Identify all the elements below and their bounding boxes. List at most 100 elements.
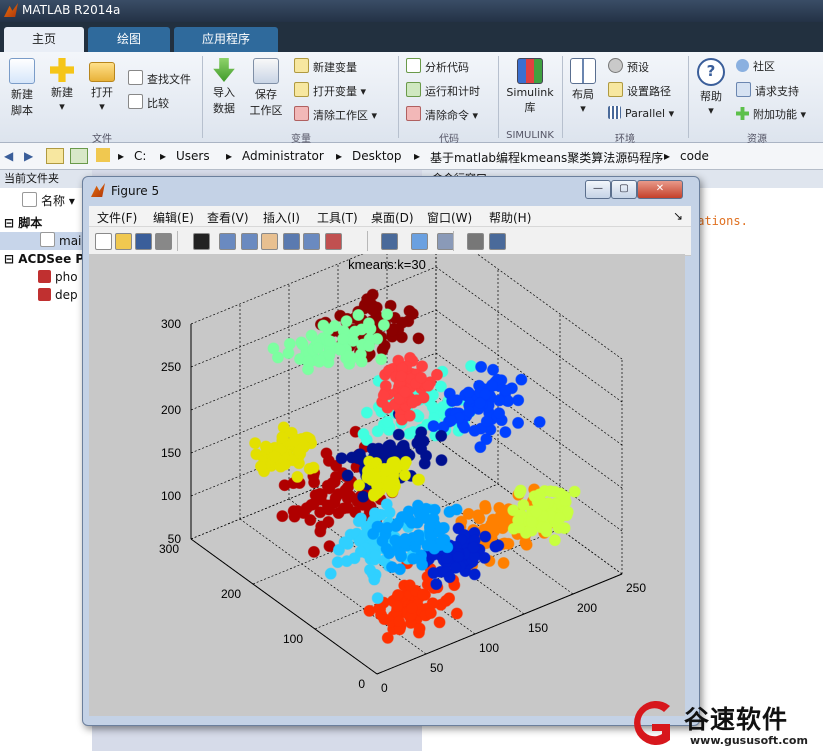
compare-button[interactable]: 比较 bbox=[128, 94, 169, 111]
import-data-button[interactable]: 导入 数据 bbox=[206, 58, 242, 116]
close-button[interactable]: ✕ bbox=[637, 180, 683, 199]
group-scripts[interactable]: ⊟ 脚本 bbox=[4, 214, 42, 231]
legend-icon[interactable] bbox=[437, 233, 454, 250]
figure-menu-item[interactable]: 编辑(E) bbox=[153, 209, 194, 226]
set-path-button[interactable]: 设置路径 bbox=[608, 82, 671, 99]
scatter-point bbox=[467, 541, 480, 554]
y-tick-label: 0 bbox=[358, 677, 365, 691]
scatter-point bbox=[366, 468, 379, 481]
rotate-icon[interactable] bbox=[283, 233, 300, 250]
figure-title: Figure 5 bbox=[111, 184, 160, 198]
scatter3-plot[interactable]: 5010015020025030001002003000501001502002… bbox=[89, 223, 685, 716]
scatter-point bbox=[323, 335, 336, 348]
breadcrumb-segment[interactable]: 基于matlab编程kmeans聚类算法源码程序 bbox=[430, 149, 663, 166]
scatter-point bbox=[427, 566, 440, 579]
zoom-in-icon[interactable] bbox=[219, 233, 236, 250]
new-variable-button[interactable]: 新建变量 bbox=[294, 58, 357, 75]
breadcrumb-segment[interactable]: Desktop bbox=[352, 149, 402, 163]
breadcrumb-arrow-icon[interactable]: ▸ bbox=[160, 149, 166, 163]
dock-icon[interactable]: ↘ bbox=[673, 209, 683, 223]
new-button[interactable]: 新建 ▾ bbox=[44, 58, 80, 113]
tab-home[interactable]: 主页 bbox=[4, 27, 84, 52]
open-variable-button[interactable]: 打开变量 ▾ bbox=[294, 82, 366, 99]
breadcrumb-segment[interactable]: Users bbox=[176, 149, 210, 163]
new-figure-icon[interactable] bbox=[95, 233, 112, 250]
figure-window[interactable]: Figure 5 — ▢ ✕ 文件(F) 编辑(E) 查看(V) 插入(I) 工具(T)… bbox=[82, 176, 700, 726]
colorbar-icon[interactable] bbox=[411, 233, 428, 250]
pointer-icon[interactable] bbox=[193, 233, 210, 250]
scatter-point bbox=[352, 308, 365, 321]
breadcrumb-segment[interactable]: code bbox=[680, 149, 709, 163]
tab-plots[interactable]: 绘图 bbox=[88, 27, 170, 52]
new-script-button[interactable]: 新建 脚本 bbox=[4, 58, 40, 118]
support-icon bbox=[736, 82, 751, 97]
preferences-button[interactable]: 预设 bbox=[608, 58, 649, 75]
hide-tools-icon[interactable] bbox=[467, 233, 484, 250]
forward-arrow-icon[interactable]: ▶ bbox=[24, 149, 33, 163]
save-workspace-button[interactable]: 保存 工作区 bbox=[246, 58, 286, 118]
chart-title: kmeans:k=30 bbox=[348, 257, 426, 272]
add-ons-button[interactable]: 附加功能 ▾ bbox=[736, 106, 806, 122]
browse-folder-icon[interactable] bbox=[70, 148, 88, 164]
clear-commands-button[interactable]: 清除命令 ▾ bbox=[406, 106, 478, 123]
open-button[interactable]: 打开 ▾ bbox=[84, 58, 120, 113]
back-arrow-icon[interactable]: ◀ bbox=[4, 149, 13, 163]
brush-icon[interactable] bbox=[325, 233, 342, 250]
scatter-point bbox=[406, 396, 419, 409]
figure-canvas[interactable]: 50 100 150 200 250 300 0 100 200 300 0 50 100 150 200 2… bbox=[89, 223, 685, 716]
pan-icon[interactable] bbox=[261, 233, 278, 250]
name-column-header[interactable]: 名称 ▾ bbox=[22, 192, 75, 209]
group-acdsee[interactable]: ⊟ ACDSee P bbox=[4, 252, 84, 266]
breadcrumb-segment[interactable]: C: bbox=[134, 149, 146, 163]
find-files-button[interactable]: 查找文件 bbox=[128, 70, 191, 87]
cluster-series[interactable] bbox=[249, 421, 320, 483]
datacursor-icon[interactable] bbox=[303, 233, 320, 250]
simulink-library-button[interactable]: Simulink 库 bbox=[504, 58, 556, 115]
link-icon[interactable] bbox=[381, 233, 398, 250]
app-title: MATLAB R2014a bbox=[22, 3, 121, 17]
list-item[interactable]: pho bbox=[38, 270, 78, 284]
breadcrumb-arrow-icon[interactable]: ▸ bbox=[414, 149, 420, 163]
scatter-point bbox=[314, 525, 327, 538]
figure-menu-item[interactable]: 查看(V) bbox=[207, 209, 249, 226]
open-icon[interactable] bbox=[115, 233, 132, 250]
breadcrumb-segment[interactable]: Administrator bbox=[242, 149, 324, 163]
clear-commands-icon bbox=[406, 106, 421, 121]
scatter-point bbox=[462, 386, 475, 399]
community-button[interactable]: 社区 bbox=[736, 58, 775, 74]
layout-button[interactable]: 布局 ▾ bbox=[566, 58, 600, 115]
print-icon[interactable] bbox=[155, 233, 172, 250]
scatter-point bbox=[492, 539, 505, 552]
breadcrumb-arrow-icon[interactable]: ▸ bbox=[118, 149, 124, 163]
request-support-button[interactable]: 请求支持 bbox=[736, 82, 799, 99]
parallel-button[interactable]: Parallel ▾ bbox=[608, 106, 674, 120]
up-folder-icon[interactable] bbox=[46, 148, 64, 164]
breadcrumb-arrow-icon[interactable]: ▸ bbox=[664, 149, 670, 163]
show-tools-icon[interactable] bbox=[489, 233, 506, 250]
save-icon[interactable] bbox=[135, 233, 152, 250]
scatter-point bbox=[371, 592, 384, 605]
figure-menubar: 文件(F) 编辑(E) 查看(V) 插入(I) 工具(T) 桌面(D) 窗口(W) 帮助(H)… bbox=[89, 206, 691, 226]
figure-menu-item[interactable]: 工具(T) bbox=[317, 209, 358, 226]
figure-menu-item[interactable]: 窗口(W) bbox=[427, 209, 472, 226]
section-simulink-label: SIMULINK bbox=[506, 130, 554, 141]
figure-menu-item[interactable]: 插入(I) bbox=[263, 209, 300, 226]
scatter-point bbox=[283, 337, 296, 350]
figure-menu-item[interactable]: 文件(F) bbox=[97, 209, 137, 226]
tab-apps[interactable]: 应用程序 bbox=[174, 27, 278, 52]
scatter-point bbox=[403, 579, 416, 592]
run-and-time-button[interactable]: 运行和计时 bbox=[406, 82, 480, 99]
zoom-out-icon[interactable] bbox=[241, 233, 258, 250]
help-button[interactable]: ? 帮助 ▾ bbox=[694, 58, 728, 117]
list-item[interactable]: dep bbox=[38, 288, 78, 302]
minimize-button[interactable]: — bbox=[585, 180, 611, 199]
figure-menu-item[interactable]: 帮助(H) bbox=[489, 209, 531, 226]
analyze-code-button[interactable]: 分析代码 bbox=[406, 58, 469, 75]
maximize-button[interactable]: ▢ bbox=[611, 180, 637, 199]
list-item[interactable]: main bbox=[0, 232, 92, 250]
breadcrumb-arrow-icon[interactable]: ▸ bbox=[336, 149, 342, 163]
figure-menu-item[interactable]: 桌面(D) bbox=[371, 209, 414, 226]
figure-titlebar[interactable]: Figure 5 — ▢ ✕ bbox=[83, 177, 699, 205]
clear-workspace-button[interactable]: 清除工作区 ▾ bbox=[294, 106, 377, 123]
breadcrumb-arrow-icon[interactable]: ▸ bbox=[226, 149, 232, 163]
